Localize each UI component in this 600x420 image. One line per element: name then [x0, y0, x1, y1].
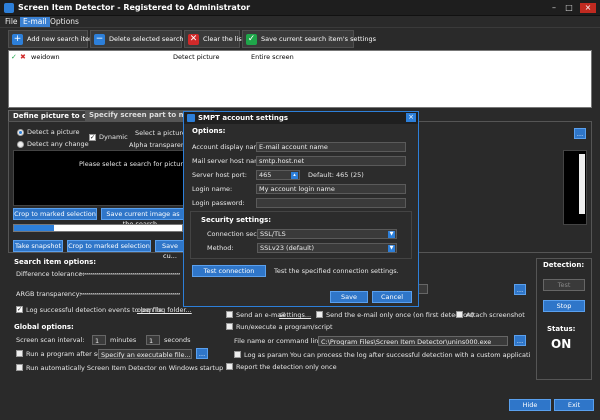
exit-button[interactable]: Exit: [554, 399, 594, 411]
browse-exe-button[interactable]: …: [196, 348, 208, 359]
title-bar: Screen Item Detector - Registered to Adm…: [0, 0, 600, 16]
radio-detect-picture[interactable]: [17, 129, 24, 136]
take-snapshot-button[interactable]: Take snapshot: [13, 240, 63, 252]
connection-security-select[interactable]: SSL/TLS ▼: [257, 229, 397, 239]
test-button[interactable]: Test: [543, 279, 585, 291]
argb-slider[interactable]: [80, 293, 180, 295]
save-current-button[interactable]: Save cu...: [155, 240, 185, 260]
app-icon: [4, 3, 14, 13]
menu-bar: File E-mail Options: [0, 16, 600, 28]
chevron-down-icon[interactable]: ▼: [388, 231, 395, 238]
menu-file[interactable]: File: [2, 17, 21, 27]
picture-preview: [13, 150, 185, 206]
check-icon: ✓: [246, 34, 257, 45]
clear-list-button[interactable]: ✕ Clear the list: [184, 30, 244, 48]
horizontal-scrollbar[interactable]: [13, 224, 183, 232]
executable-input[interactable]: Specify an executable file...: [98, 349, 192, 359]
report-once-checkbox[interactable]: [226, 363, 233, 370]
stop-button[interactable]: Stop: [543, 300, 585, 312]
password-input[interactable]: [256, 198, 406, 208]
radio-detect-change[interactable]: [17, 141, 24, 148]
log-checkbox[interactable]: [16, 306, 23, 313]
dialog-close-button[interactable]: ×: [406, 113, 416, 122]
attach-screenshot-checkbox[interactable]: [456, 311, 463, 318]
save-image-button[interactable]: Save current image as the search...: [101, 208, 185, 228]
window-title: Screen Item Detector - Registered to Adm…: [18, 3, 251, 12]
detection-panel: Detection: Test Stop Status: ON: [536, 258, 592, 380]
run-program-checkbox[interactable]: [16, 350, 23, 357]
app-icon: [187, 114, 195, 122]
dialog-save-button[interactable]: Save: [330, 291, 368, 303]
menu-options[interactable]: Options: [47, 17, 82, 27]
smtp-dialog: SMPT account settings × Options: Account…: [183, 111, 419, 307]
run-startup-checkbox[interactable]: [16, 364, 23, 371]
check-icon[interactable]: ✓: [11, 53, 17, 61]
run-script-checkbox[interactable]: [226, 323, 233, 330]
status-indicator: ON: [551, 337, 572, 351]
x-icon[interactable]: ✖: [20, 53, 26, 61]
send-once-checkbox[interactable]: [316, 311, 323, 318]
toolbar: + Add new search item − Delete selected se…: [4, 30, 596, 48]
menu-email[interactable]: E-mail: [20, 17, 50, 27]
seconds-input[interactable]: 1: [146, 335, 160, 345]
dynamic-checkbox[interactable]: [89, 134, 96, 141]
browse-picture-button[interactable]: …: [574, 128, 586, 139]
dialog-title: SMPT account settings: [198, 114, 289, 122]
spin-arrow-icon[interactable]: ▴: [291, 172, 298, 179]
minutes-input[interactable]: 1: [92, 335, 106, 345]
vertical-scrollbar[interactable]: [579, 154, 585, 214]
method-select[interactable]: SSLv23 (default) ▼: [257, 243, 397, 253]
difference-slider[interactable]: [80, 273, 180, 275]
chevron-down-icon[interactable]: ▼: [388, 245, 395, 252]
email-settings-link[interactable]: settings...: [279, 311, 311, 319]
browse-filename-button[interactable]: …: [514, 335, 526, 346]
x-icon: ✕: [188, 34, 199, 45]
test-connection-button[interactable]: Test connection: [192, 265, 266, 277]
dialog-cancel-button[interactable]: Cancel: [372, 291, 412, 303]
search-options-title: Search item options:: [14, 258, 97, 266]
hide-button[interactable]: Hide: [509, 399, 551, 411]
minus-icon: −: [94, 34, 105, 45]
open-log-link[interactable]: open log folder...: [137, 306, 192, 314]
log-param-checkbox[interactable]: [234, 351, 241, 358]
plus-icon: +: [12, 34, 23, 45]
browse-action-button[interactable]: …: [514, 284, 526, 295]
save-settings-button[interactable]: ✓ Save current search item's settings: [242, 30, 376, 48]
crop-marked-button[interactable]: Crop to marked selection: [13, 208, 97, 220]
delete-search-item-button[interactable]: − Delete selected search item: [90, 30, 200, 48]
account-display-input[interactable]: E-mail account name: [256, 142, 406, 152]
global-options-title: Global options:: [14, 323, 74, 331]
search-item-list[interactable]: ✓ ✖ weidown Detect picture Entire screen: [8, 50, 592, 108]
host-input[interactable]: smtp.host.net: [256, 156, 406, 166]
login-input[interactable]: My account login name: [256, 184, 406, 194]
crop-marked-button-2[interactable]: Crop to marked selection: [67, 240, 151, 252]
dialog-header: SMPT account settings ×: [184, 112, 418, 124]
scroll-thumb[interactable]: [14, 225, 54, 231]
list-item[interactable]: ✓ ✖ weidown Detect picture Entire screen: [11, 53, 589, 62]
send-email-checkbox[interactable]: [226, 311, 233, 318]
maximize-button[interactable]: □: [563, 3, 575, 13]
add-search-item-button[interactable]: + Add new search item: [8, 30, 96, 48]
port-input[interactable]: 465 ▴: [256, 170, 300, 180]
filename-input[interactable]: C:\Program Files\Screen Item Detector\un…: [318, 336, 508, 346]
security-group: Security settings: Connection security: …: [190, 211, 412, 259]
minimize-button[interactable]: –: [548, 3, 560, 13]
close-button[interactable]: ×: [580, 3, 596, 13]
